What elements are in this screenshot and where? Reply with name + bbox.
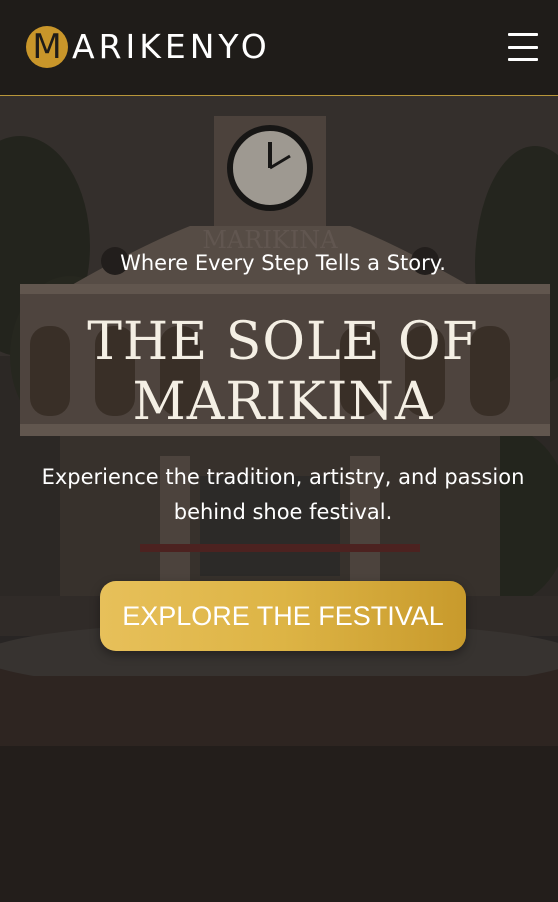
hamburger-menu-icon[interactable]	[508, 30, 540, 64]
hero-tagline: Where Every Step Tells a Story.	[120, 251, 446, 275]
hero-subtext-line-1: Experience the tradition, artistry, and …	[41, 465, 525, 489]
logo-initial: M	[32, 27, 62, 67]
hero-subtext-line-2: behind shoe festival.	[173, 500, 393, 524]
explore-festival-button[interactable]: EXPLORE THE FESTIVAL	[100, 581, 466, 651]
hero-section: MARIKINA GOOD TASTE Where Every Step Tel…	[0, 96, 558, 902]
logo-wordmark: ARIKENYO	[72, 27, 271, 66]
site-header: M ARIKENYO	[0, 0, 558, 96]
hero-headline-line-1: THE SOLE OF	[87, 312, 479, 372]
hero-headline-line-2: MARIKINA	[132, 372, 434, 432]
menu-bar-bottom	[508, 58, 538, 61]
menu-bar-middle	[508, 45, 538, 49]
site-logo[interactable]: M ARIKENYO	[26, 26, 271, 68]
logo-emblem: M	[26, 26, 68, 68]
hero-headline: THE SOLE OF MARIKINA	[0, 312, 558, 432]
hero-subtext: Experience the tradition, artistry, and …	[20, 460, 546, 530]
menu-bar-top	[508, 33, 538, 36]
